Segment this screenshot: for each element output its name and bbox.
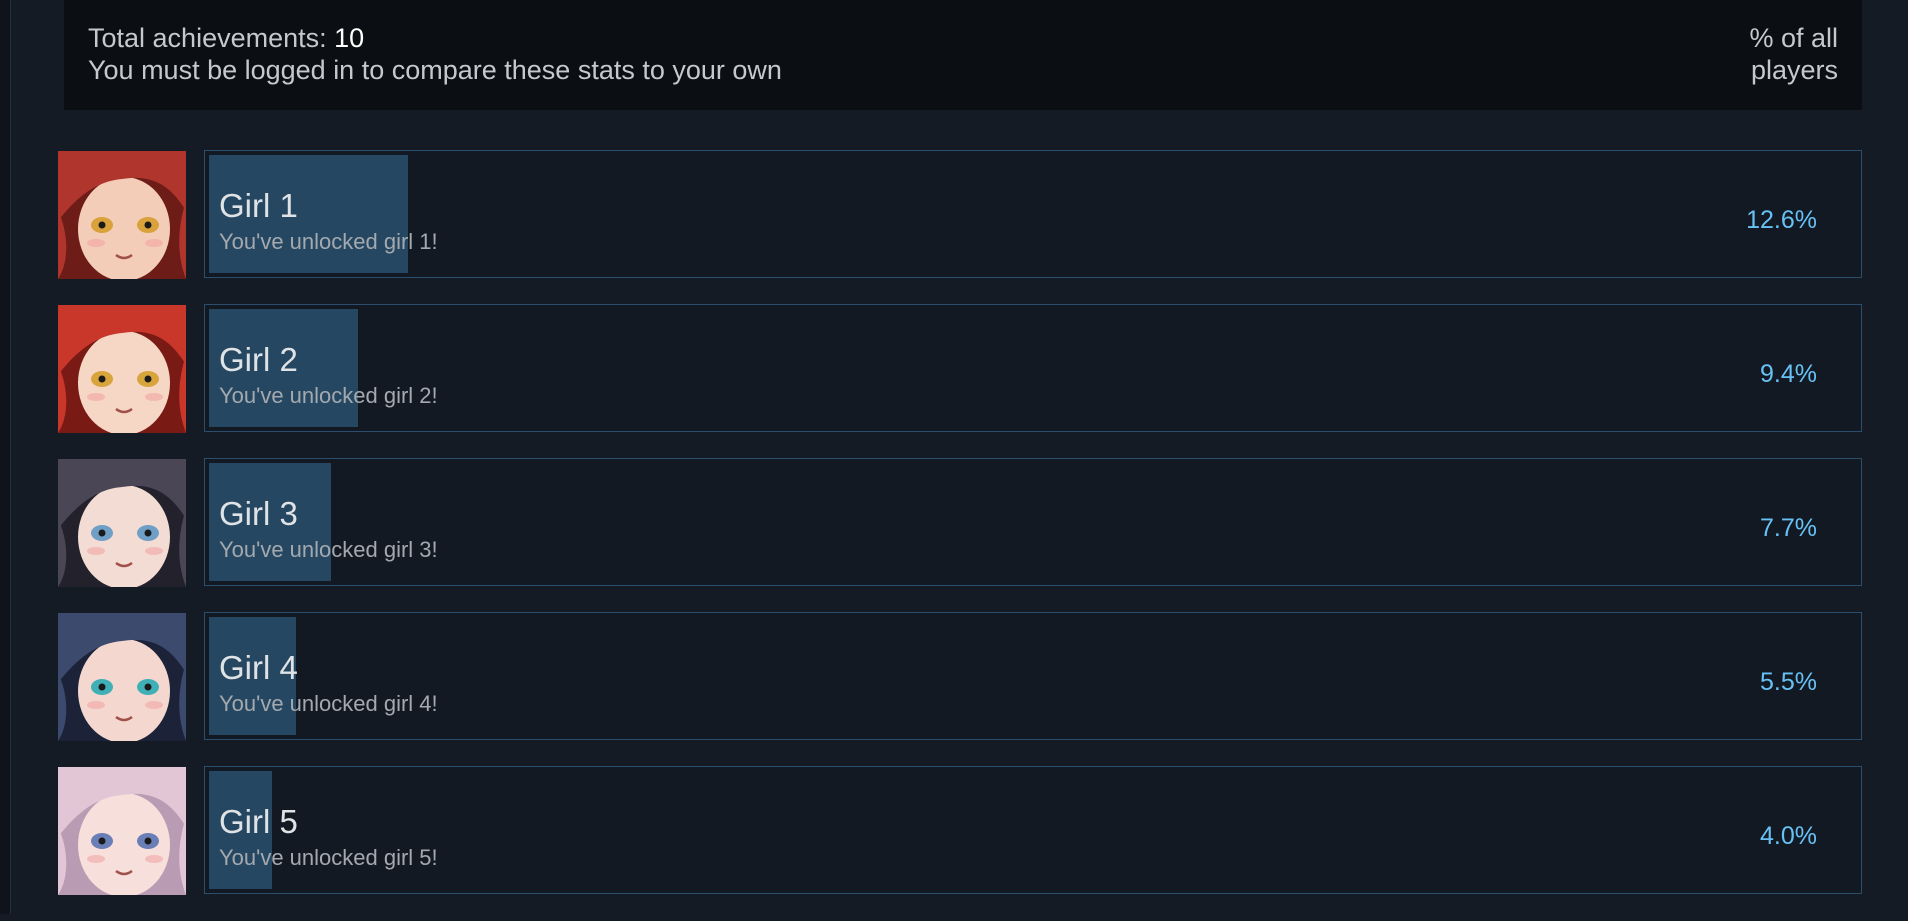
girl-1-portrait-icon <box>58 151 186 279</box>
girl-2-portrait-icon <box>58 305 186 433</box>
achievement-card: Girl 3 You've unlocked girl 3! 7.7% <box>204 458 1862 586</box>
achievement-title: Girl 5 <box>219 803 298 840</box>
total-achievements-label: Total achievements: <box>88 23 335 53</box>
girl-4-portrait-icon <box>58 613 186 741</box>
achievement-title: Girl 3 <box>219 495 298 532</box>
achievement-title: Girl 1 <box>219 187 298 224</box>
achievement-row: Girl 3 You've unlocked girl 3! 7.7% <box>58 458 1862 587</box>
left-rail <box>0 0 11 914</box>
total-achievements-value: 10 <box>334 23 365 53</box>
achievement-percent: 4.0% <box>1760 822 1817 850</box>
achievement-description: You've unlocked girl 5! <box>219 845 438 870</box>
achievement-percent: 7.7% <box>1760 514 1817 542</box>
achievement-description: You've unlocked girl 1! <box>219 229 438 254</box>
achievement-percent: 12.6% <box>1746 206 1817 234</box>
header-summary: Total achievements: 10 You must be logge… <box>88 22 782 86</box>
achievement-row: Girl 2 You've unlocked girl 2! 9.4% <box>58 304 1862 433</box>
percent-of-players-label: % of all players <box>1749 23 1838 85</box>
achievement-list: Girl 1 You've unlocked girl 1! 12.6% Gir… <box>58 150 1862 921</box>
achievement-row: Girl 1 You've unlocked girl 1! 12.6% <box>58 150 1862 279</box>
achievement-title: Girl 4 <box>219 649 298 686</box>
login-notice: You must be logged in to compare these s… <box>88 55 782 85</box>
achievement-card: Girl 5 You've unlocked girl 5! 4.0% <box>204 766 1862 894</box>
achievement-card: Girl 1 You've unlocked girl 1! 12.6% <box>204 150 1862 278</box>
achievement-description: You've unlocked girl 2! <box>219 383 438 408</box>
achievement-description: You've unlocked girl 4! <box>219 691 438 716</box>
achievement-title: Girl 2 <box>219 341 298 378</box>
achievement-description: You've unlocked girl 3! <box>219 537 438 562</box>
stats-header: Total achievements: 10 You must be logge… <box>64 0 1862 110</box>
total-achievements: Total achievements: 10 <box>88 22 782 54</box>
achievement-percent: 5.5% <box>1760 668 1817 696</box>
girl-5-portrait-icon <box>58 767 186 895</box>
achievement-card: Girl 2 You've unlocked girl 2! 9.4% <box>204 304 1862 432</box>
achievement-row: Girl 5 You've unlocked girl 5! 4.0% <box>58 766 1862 895</box>
girl-3-portrait-icon <box>58 459 186 587</box>
achievement-card: Girl 4 You've unlocked girl 4! 5.5% <box>204 612 1862 740</box>
achievement-row: Girl 4 You've unlocked girl 4! 5.5% <box>58 612 1862 741</box>
achievement-percent: 9.4% <box>1760 360 1817 388</box>
